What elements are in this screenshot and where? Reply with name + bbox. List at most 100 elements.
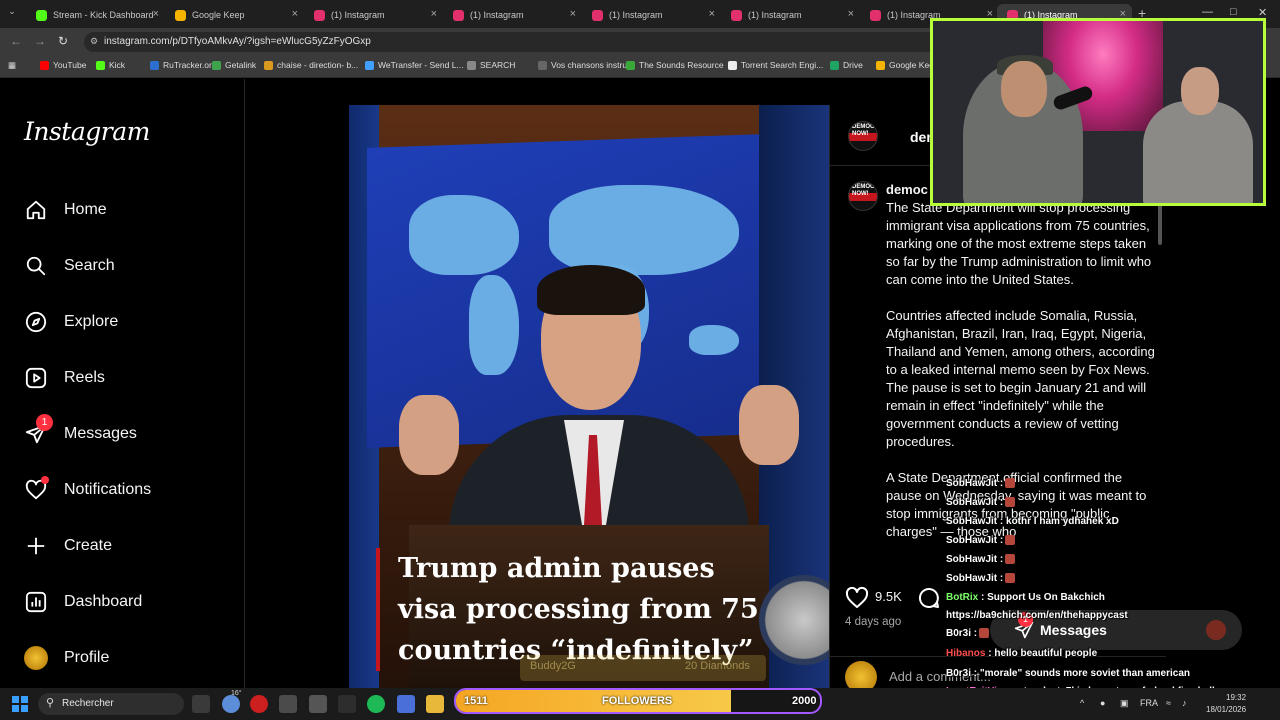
app-icon[interactable] [338, 695, 356, 713]
chat-text: https://ba9chich.com/en/thehappycast [946, 610, 1128, 621]
browser-tab[interactable]: (1) Instagram × [582, 4, 721, 26]
site-info-icon[interactable]: ⚙ [90, 36, 100, 46]
search-icon [24, 254, 48, 278]
language-indicator[interactable]: FRA [1140, 698, 1158, 708]
bookmark-item[interactable]: Getalink [212, 60, 256, 70]
browser-tab[interactable]: (1) Instagram × [443, 4, 582, 26]
clock-date: 18/01/2026 [1206, 705, 1247, 714]
nav-home-label: Home [64, 201, 107, 218]
back-icon[interactable]: ← [10, 34, 22, 48]
nav-explore[interactable]: Explore [24, 307, 118, 337]
app-icon[interactable] [279, 695, 297, 713]
profile-avatar [24, 646, 48, 670]
bookmark-item[interactable]: Kick [96, 60, 125, 70]
weather-icon[interactable] [222, 695, 240, 713]
app-icon[interactable] [397, 695, 415, 713]
bookmark-favicon-icon [264, 60, 273, 70]
chat-text: : hello beautiful people [988, 648, 1098, 659]
nav-notifications[interactable]: Notifications [24, 475, 151, 505]
chat-message: https://ba9chich.com/en/thehappycast [946, 610, 1128, 621]
tab-search-menu-icon[interactable]: ⌄ [4, 6, 20, 22]
chat-username: Hibanos [946, 648, 986, 659]
bookmark-item[interactable]: The Sounds Resource [626, 60, 724, 70]
like-heart-icon[interactable] [845, 586, 869, 615]
bookmark-item[interactable]: SEARCH [467, 60, 515, 70]
taskbar-search[interactable]: ⚲ Rechercher [38, 693, 184, 715]
caption-avatar[interactable]: DEMOCRACY NOW! [848, 181, 878, 211]
task-view-icon[interactable] [192, 695, 210, 713]
weather-badge: 16° [231, 690, 242, 697]
tab-close-icon[interactable]: × [431, 8, 437, 20]
bookmark-item[interactable]: chaise - direction- b... [264, 60, 358, 70]
forward-icon[interactable]: → [34, 34, 46, 48]
network-icon[interactable]: ▣ [1120, 698, 1129, 709]
donation-amount: 20 Diamonds [685, 660, 750, 672]
chat-message: Hibanos : hello beautiful people [946, 648, 1097, 659]
tab-close-icon[interactable]: × [153, 8, 159, 20]
notifications-dot [41, 476, 49, 484]
chat-text: : "morale" sounds more soviet than ameri… [973, 668, 1191, 679]
plus-icon [24, 534, 48, 558]
instagram-sidebar: Instagram Home Search Explore Reels 1 Me… [0, 79, 245, 688]
reload-icon[interactable]: ↻ [58, 34, 68, 48]
taskbar-search-placeholder: Rechercher [62, 698, 114, 709]
minimize-icon[interactable]: — [1202, 6, 1213, 18]
comment-icon[interactable] [917, 586, 941, 615]
chat-text: : kothr l ham ydhahek xD [999, 516, 1119, 527]
opera-icon[interactable] [250, 695, 268, 713]
nav-dashboard[interactable]: Dashboard [24, 587, 142, 617]
bookmark-favicon-icon [830, 60, 839, 70]
search-icon: ⚲ [46, 697, 55, 709]
caption-paragraph: Countries affected include Somalia, Russ… [886, 308, 1155, 449]
post-date[interactable]: 4 days ago [845, 616, 901, 628]
instagram-logo[interactable]: Instagram [24, 117, 150, 146]
webcam-overlay [930, 18, 1266, 206]
browser-tab[interactable]: (1) Instagram × [304, 4, 443, 26]
tab-close-icon[interactable]: × [848, 8, 854, 20]
taskbar-clock[interactable]: 19:32 18/01/2026 [1206, 692, 1246, 716]
chat-message: SobHawJit : [946, 535, 1016, 546]
nav-profile[interactable]: Profile [24, 643, 109, 673]
apps-grid-icon[interactable]: ▦ [8, 60, 16, 71]
chat-text: : [999, 497, 1004, 508]
maximize-icon[interactable]: □ [1230, 6, 1237, 18]
browser-tab[interactable]: (1) Instagram × [721, 4, 860, 26]
tray-chevron-icon[interactable]: ^ [1080, 698, 1084, 708]
spotify-icon[interactable] [367, 695, 385, 713]
bookmark-favicon-icon [96, 60, 105, 70]
nav-reels[interactable]: Reels [24, 363, 105, 393]
tab-close-icon[interactable]: × [570, 8, 576, 20]
bookmark-item[interactable]: WeTransfer - Send L... [365, 60, 464, 70]
nav-search[interactable]: Search [24, 251, 115, 281]
nav-create[interactable]: Create [24, 531, 112, 561]
bookmark-item[interactable]: Vos chansons instru... [538, 60, 634, 70]
browser-tab[interactable]: Stream - Kick Dashboard × [26, 4, 165, 26]
bookmark-label: WeTransfer - Send L... [378, 60, 464, 70]
bookmark-favicon-icon [876, 60, 885, 70]
file-explorer-icon[interactable] [426, 695, 444, 713]
volume-icon[interactable]: ♪ [1182, 698, 1187, 708]
wifi-icon[interactable]: ≈ [1166, 698, 1171, 708]
bookmark-favicon-icon [467, 60, 476, 70]
tab-favicon-icon [592, 9, 603, 21]
mic-icon[interactable]: ● [1100, 698, 1105, 708]
nav-explore-label: Explore [64, 313, 119, 330]
app-icon[interactable] [309, 695, 327, 713]
nav-home[interactable]: Home [24, 195, 107, 225]
bookmark-item[interactable]: RuTracker.org [150, 60, 217, 70]
browser-tab[interactable]: Google Keep × [165, 4, 304, 26]
nav-messages[interactable]: 1 Messages [24, 414, 137, 449]
windows-start-icon[interactable] [12, 696, 28, 712]
bookmark-favicon-icon [40, 60, 49, 70]
bookmark-item[interactable]: YouTube [40, 60, 86, 70]
chat-text: : Support Us On Bakchich [981, 592, 1105, 603]
followers-goal: 2000 [792, 695, 817, 707]
author-avatar[interactable]: DEMOCRACY NOW! [848, 121, 878, 151]
donation-alert: Buddy2G 20 Diamonds [520, 655, 766, 681]
bookmark-item[interactable]: Torrent Search Engi... [728, 60, 823, 70]
like-count[interactable]: 9.5K [875, 589, 902, 604]
stream-chat-overlay: SobHawJit : SobHawJit : SobHawJit : kothr … [946, 476, 1276, 720]
tab-close-icon[interactable]: × [292, 8, 298, 20]
bookmark-item[interactable]: Drive [830, 60, 863, 70]
tab-close-icon[interactable]: × [709, 8, 715, 20]
